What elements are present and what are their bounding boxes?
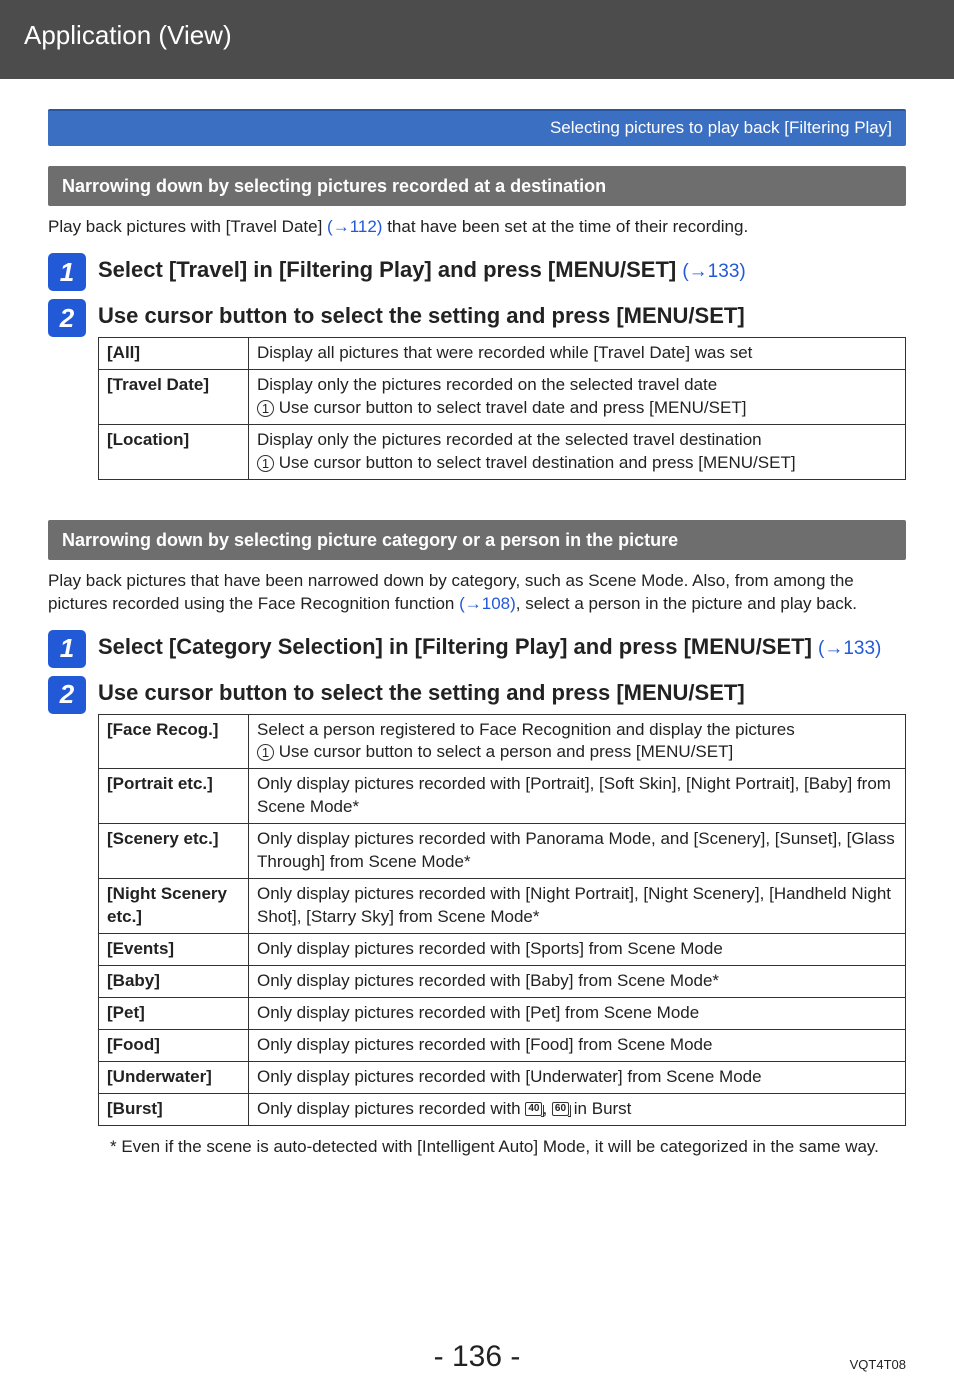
- section-a-step-1: 1 Select [Travel] in [Filtering Play] an…: [48, 253, 906, 291]
- link-133-b[interactable]: (→133): [818, 638, 881, 659]
- section-b-step-1: 1 Select [Category Selection] in [Filter…: [48, 630, 906, 668]
- breadcrumb-subhead: Selecting pictures to play back [Filteri…: [48, 109, 906, 146]
- link-108[interactable]: (→108): [459, 594, 516, 613]
- app-header: Application (View): [0, 0, 954, 79]
- step-badge-1b: 1: [48, 630, 86, 668]
- table-category-settings: [Face Recog.] Select a person registered…: [98, 714, 906, 1126]
- section-a-step-2: 2 Use cursor button to select the settin…: [48, 299, 906, 479]
- burst-40-icon: 40: [525, 1102, 542, 1116]
- link-133-a[interactable]: (→133): [682, 261, 745, 282]
- step2-heading: Use cursor button to select the setting …: [98, 301, 906, 331]
- header-title: Application (View): [24, 20, 232, 50]
- section-b-intro: Play back pictures that have been narrow…: [48, 570, 906, 616]
- table-row: [Underwater] Only display pictures recor…: [99, 1061, 906, 1093]
- step-badge-2b: 2: [48, 676, 86, 714]
- table-row: [Burst] Only display pictures recorded w…: [99, 1093, 906, 1125]
- table-row: [Pet] Only display pictures recorded wit…: [99, 997, 906, 1029]
- table-row: [Events] Only display pictures recorded …: [99, 934, 906, 966]
- section-b-step-2: 2 Use cursor button to select the settin…: [48, 676, 906, 1159]
- table-row: [Portrait etc.] Only display pictures re…: [99, 769, 906, 824]
- table-row: [Food] Only display pictures recorded wi…: [99, 1029, 906, 1061]
- circled-1-icon: 1: [257, 400, 274, 417]
- step1b-heading: Select [Category Selection] in [Filterin…: [98, 632, 906, 662]
- step-badge-2: 2: [48, 299, 86, 337]
- section-category-title: Narrowing down by selecting picture cate…: [48, 520, 906, 560]
- doc-code: VQT4T08: [850, 1356, 906, 1374]
- table-row: [Scenery etc.] Only display pictures rec…: [99, 824, 906, 879]
- step1-heading: Select [Travel] in [Filtering Play] and …: [98, 255, 906, 285]
- section-destination-title: Narrowing down by selecting pictures rec…: [48, 166, 906, 206]
- table-row: [All] Display all pictures that were rec…: [99, 337, 906, 369]
- link-112[interactable]: (→112): [327, 217, 382, 236]
- subhead-text: Selecting pictures to play back [Filteri…: [550, 118, 892, 137]
- step-badge-1: 1: [48, 253, 86, 291]
- circled-1-icon: 1: [257, 455, 274, 472]
- table-row: [Location] Display only the pictures rec…: [99, 424, 906, 479]
- circled-1-icon: 1: [257, 744, 274, 761]
- footnote: * Even if the scene is auto-detected wit…: [110, 1136, 906, 1159]
- section-a-intro: Play back pictures with [Travel Date] (→…: [48, 216, 906, 239]
- table-travel-settings: [All] Display all pictures that were rec…: [98, 337, 906, 480]
- table-row: [Travel Date] Display only the pictures …: [99, 369, 906, 424]
- table-row: [Baby] Only display pictures recorded wi…: [99, 965, 906, 997]
- table-row: [Night Scenery etc.] Only display pictur…: [99, 879, 906, 934]
- table-row: [Face Recog.] Select a person registered…: [99, 714, 906, 769]
- burst-60-icon: 60: [552, 1102, 569, 1116]
- step2b-heading: Use cursor button to select the setting …: [98, 678, 906, 708]
